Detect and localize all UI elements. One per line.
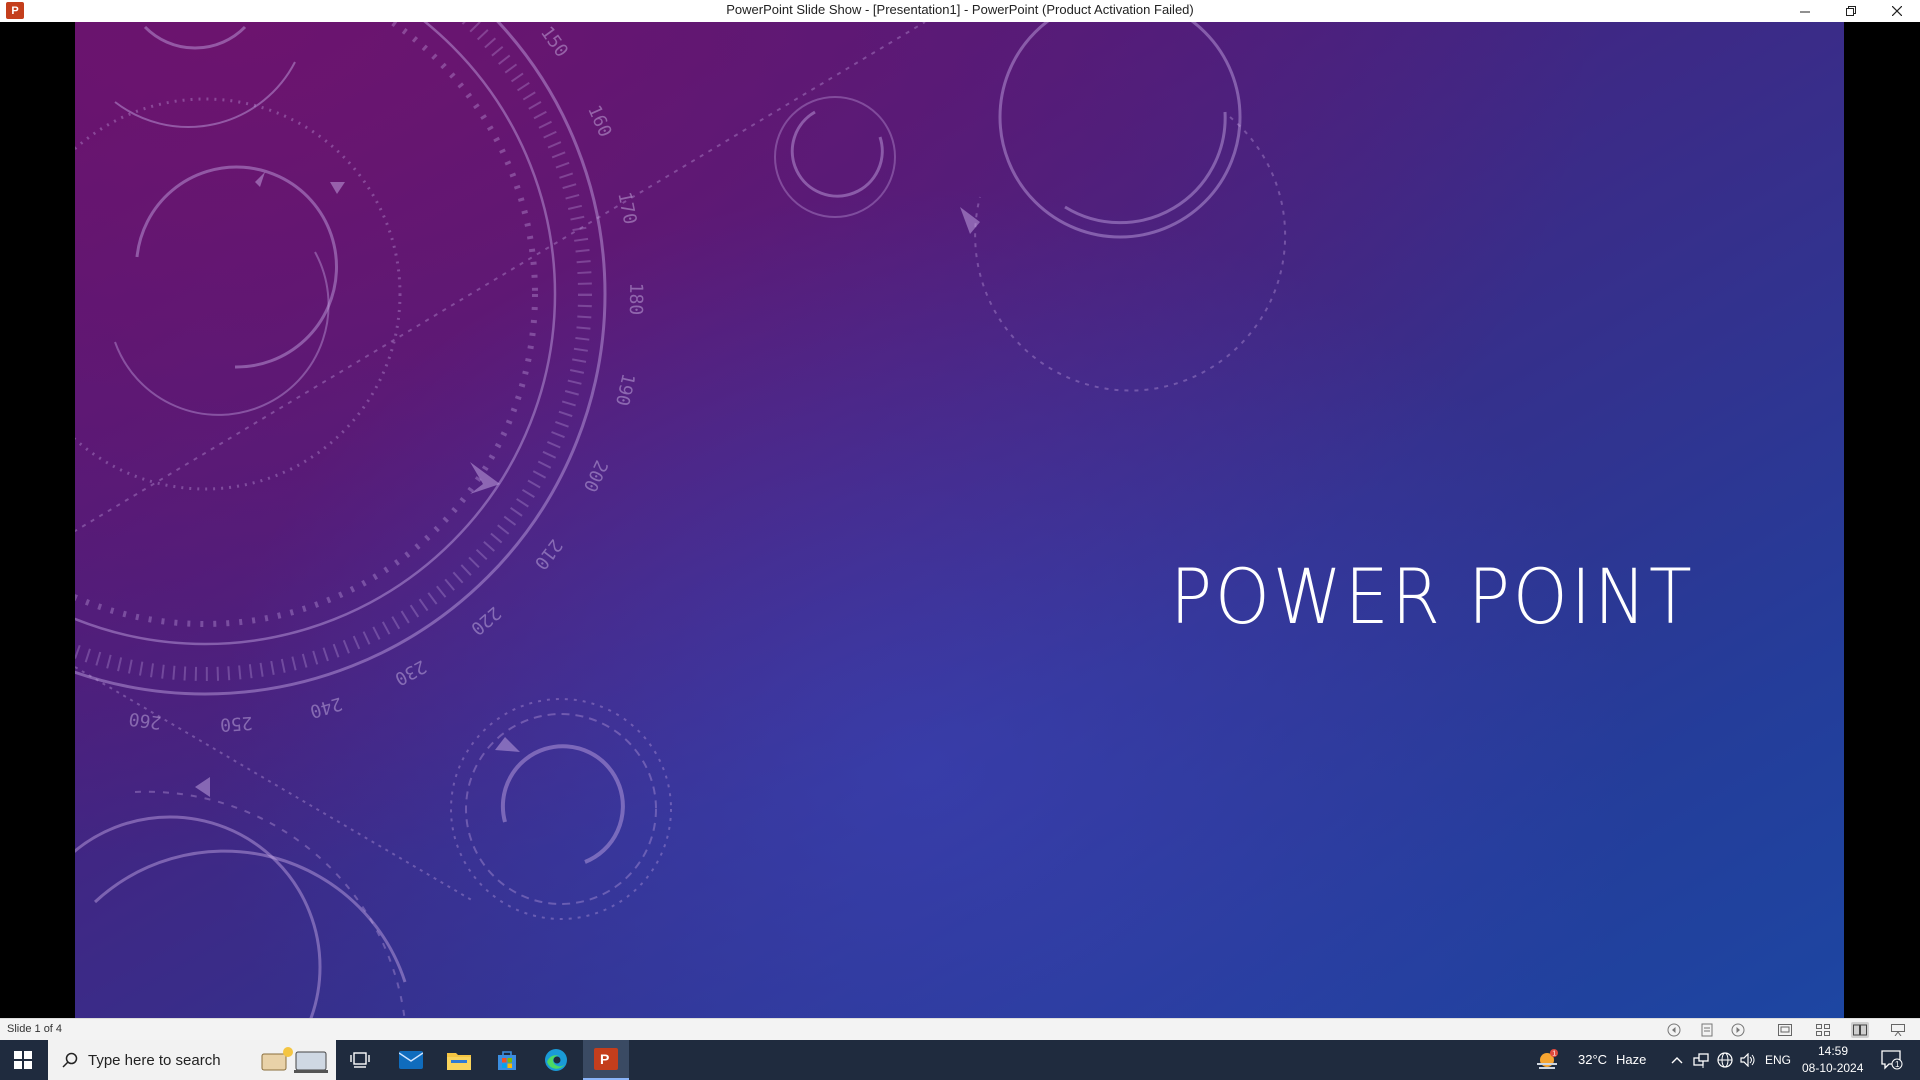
slide-menu-button[interactable] (1698, 1022, 1716, 1038)
slide-decorative-dials: 140150160170180190200210220230240250260 (75, 22, 1287, 1018)
slide-sorter-button[interactable] (1814, 1022, 1832, 1038)
mail-app-button[interactable] (388, 1040, 434, 1080)
clock-date[interactable]: 08-10-2024 (1802, 1061, 1863, 1075)
show-hidden-icons-button[interactable] (1667, 1040, 1687, 1080)
dial-number: 190 (611, 371, 639, 407)
previous-slide-button[interactable] (1665, 1022, 1683, 1038)
search-placeholder: Type here to search (88, 1052, 221, 1069)
dial-number: 170 (613, 190, 640, 226)
powerpoint-icon: P (594, 1048, 618, 1070)
weather-condition[interactable]: Haze (1616, 1052, 1646, 1067)
next-slide-button[interactable] (1729, 1022, 1747, 1038)
network-icon (1693, 1053, 1709, 1068)
close-icon (1892, 6, 1902, 16)
svg-text:1: 1 (1552, 1051, 1556, 1058)
slide[interactable]: 140150160170180190200210220230240250260 … (75, 22, 1844, 1018)
minimize-icon (1800, 11, 1810, 13)
dial-number: 180 (625, 283, 646, 316)
weather-widget-icon-button[interactable]: 1 (1532, 1040, 1562, 1080)
dial-number: 150 (536, 23, 572, 62)
next-icon (1731, 1023, 1745, 1037)
edge-icon (545, 1049, 567, 1071)
dial-number: 260 (128, 708, 163, 733)
speaker-icon (1740, 1053, 1755, 1067)
svg-text:P: P (600, 1051, 609, 1067)
normal-view-icon (1778, 1024, 1792, 1036)
svg-text:1: 1 (1895, 1060, 1900, 1069)
restore-button[interactable] (1828, 0, 1874, 22)
weather-sun-haze-icon: 1 (1537, 1049, 1558, 1069)
window-title: PowerPoint Slide Show - [Presentation1] … (726, 2, 1194, 17)
chevron-up-icon (1671, 1057, 1683, 1064)
file-explorer-icon (447, 1053, 471, 1070)
status-bar: Slide 1 of 4 (0, 1018, 1920, 1040)
dial-number: 160 (583, 102, 615, 140)
microsoft-store-button[interactable] (484, 1040, 530, 1080)
search-highlight-icon[interactable] (260, 1044, 332, 1076)
dial-number: 230 (391, 655, 430, 689)
task-view-icon (350, 1052, 370, 1068)
slide-sorter-icon (1816, 1024, 1830, 1036)
reading-view-button[interactable] (1851, 1022, 1869, 1038)
dial-number: 240 (307, 692, 344, 721)
edge-browser-button[interactable] (533, 1040, 579, 1080)
clock-time[interactable]: 14:59 (1818, 1044, 1848, 1058)
window-titlebar[interactable]: P PowerPoint Slide Show - [Presentation1… (0, 0, 1920, 22)
weather-temperature[interactable]: 32°C (1578, 1052, 1607, 1067)
windows-taskbar: Type here to search P 1 32°C Haze ENG 14… (0, 1040, 1920, 1080)
input-language[interactable]: ENG (1765, 1053, 1791, 1067)
slide-counter: Slide 1 of 4 (7, 1023, 63, 1035)
slide-sorter-small-icon (1701, 1023, 1713, 1037)
reading-view-icon (1853, 1024, 1867, 1036)
taskbar-search-box[interactable]: Type here to search (48, 1040, 336, 1080)
task-view-button[interactable] (337, 1040, 383, 1080)
microsoft-store-icon (498, 1051, 516, 1070)
slide-show-button[interactable] (1889, 1022, 1907, 1038)
notification-center-button[interactable]: 1 (1872, 1040, 1912, 1080)
windows-logo-icon (14, 1051, 32, 1069)
search-icon (62, 1052, 78, 1068)
dial-number: 250 (219, 712, 253, 735)
powerpoint-taskbar-button[interactable]: P (583, 1040, 629, 1080)
dial-number: 220 (466, 602, 504, 639)
minimize-button[interactable] (1782, 0, 1828, 22)
mail-icon (399, 1051, 423, 1069)
powerpoint-app-icon[interactable]: P (6, 2, 24, 19)
dial-number: 200 (579, 457, 612, 495)
start-button[interactable] (0, 1040, 46, 1080)
slide-show-stage[interactable]: 140150160170180190200210220230240250260 … (0, 22, 1920, 1018)
globe-icon (1717, 1052, 1733, 1068)
dial-number: 210 (530, 535, 566, 574)
close-button[interactable] (1874, 0, 1920, 22)
slide-title: POWER POINT (1170, 552, 1695, 641)
volume-button[interactable] (1737, 1040, 1759, 1080)
previous-icon (1667, 1023, 1681, 1037)
normal-view-button[interactable] (1776, 1022, 1794, 1038)
notification-icon: 1 (1881, 1050, 1903, 1070)
file-explorer-button[interactable] (436, 1040, 482, 1080)
network-button[interactable] (1690, 1040, 1712, 1080)
restore-icon (1846, 6, 1856, 16)
language-globe-button[interactable] (1714, 1040, 1736, 1080)
slide-show-icon (1891, 1024, 1905, 1036)
